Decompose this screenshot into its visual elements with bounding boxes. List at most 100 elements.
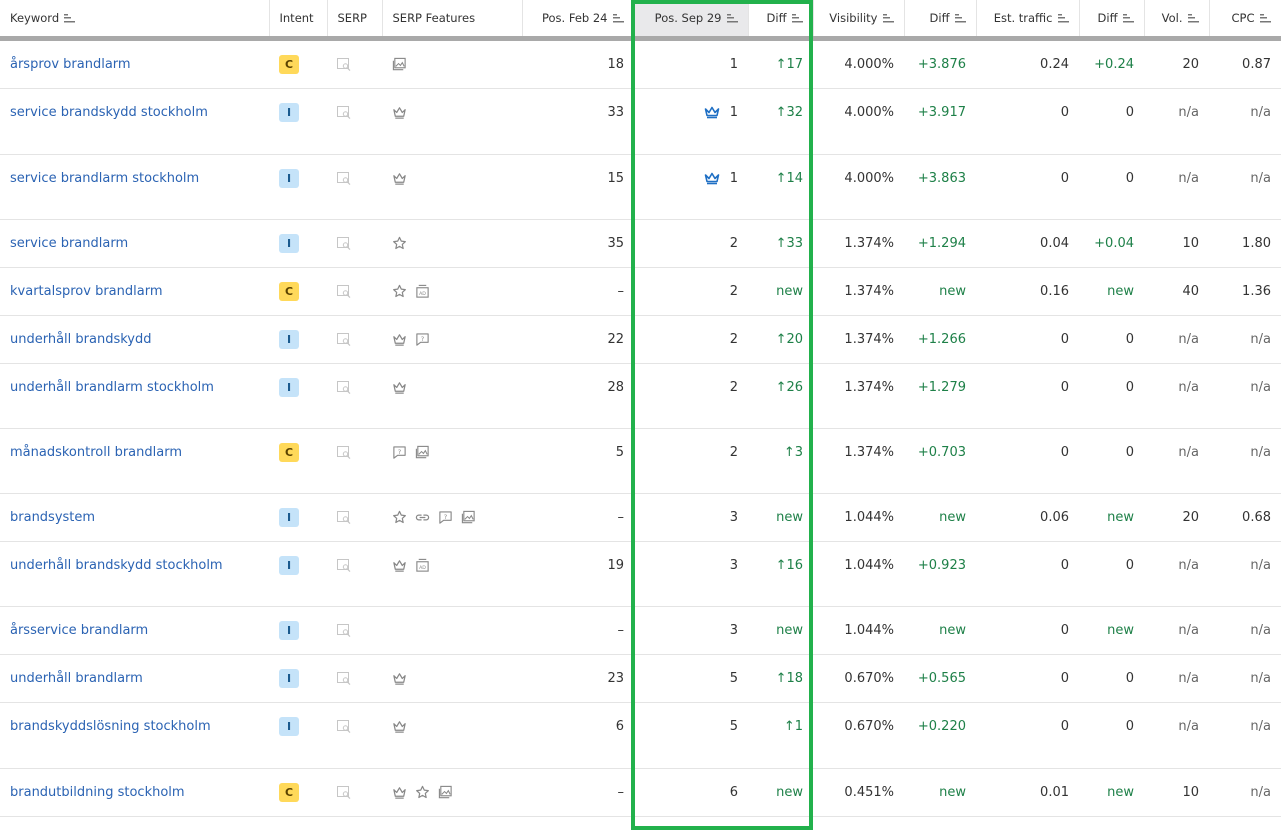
image-pack-icon[interactable] (461, 510, 476, 525)
keyword-link[interactable]: service brandlarm (10, 236, 128, 251)
keyword-link[interactable]: brandskyddslösning stockholm (10, 719, 211, 734)
serp-snapshot-icon[interactable] (337, 236, 351, 250)
pos-feb-cell: 15 (522, 154, 634, 220)
crown-icon[interactable] (392, 105, 407, 120)
visibility-cell: 1.374% (813, 363, 904, 429)
image-pack-icon[interactable] (392, 57, 407, 72)
crown-icon[interactable] (392, 558, 407, 573)
keyword-cell: årsservice brandlarm (0, 606, 269, 655)
ad-icon[interactable]: AD (415, 284, 430, 299)
col-visibility[interactable]: Visibility (813, 0, 905, 41)
keyword-link[interactable]: service brandlarm stockholm (10, 171, 199, 186)
keyword-link[interactable]: brandutbildning stockholm (10, 785, 185, 800)
image-pack-icon[interactable] (415, 445, 430, 460)
serp-cell (327, 654, 382, 703)
vol-value: 10 (1182, 235, 1199, 251)
col-diff-pos[interactable]: Diff (748, 0, 814, 41)
serp-snapshot-icon[interactable] (337, 332, 351, 346)
serp-snapshot-icon[interactable] (337, 510, 351, 524)
col-pos-feb[interactable]: Pos. Feb 24 (522, 0, 635, 41)
serp-features-cell (382, 363, 522, 429)
question-icon[interactable]: ? (438, 510, 453, 525)
intent-badge[interactable]: I (279, 329, 299, 349)
serp-snapshot-icon[interactable] (337, 57, 351, 71)
crown-icon (704, 106, 720, 119)
pos-feb-cell: 28 (522, 363, 634, 429)
sort-icon (64, 13, 76, 23)
intent-badge[interactable]: I (279, 377, 299, 397)
question-icon[interactable]: ? (392, 445, 407, 460)
crown-icon[interactable] (392, 332, 407, 347)
intent-badge[interactable]: I (279, 233, 299, 253)
keyword-link[interactable]: service brandskydd stockholm (10, 105, 208, 120)
intent-badge[interactable]: C (279, 281, 299, 301)
col-est-traffic[interactable]: Est. traffic (976, 0, 1080, 41)
serp-snapshot-icon[interactable] (337, 284, 351, 298)
intent-badge[interactable]: I (279, 168, 299, 188)
serp-snapshot-icon[interactable] (337, 105, 351, 119)
visibility-cell: 1.374% (813, 219, 904, 268)
star-icon[interactable] (392, 236, 407, 251)
visibility-cell: 0.451% (813, 768, 904, 817)
link-icon[interactable] (415, 510, 430, 525)
col-vol[interactable]: Vol. (1144, 0, 1210, 41)
col-label: Diff (766, 10, 787, 25)
col-cpc[interactable]: CPC (1209, 0, 1281, 41)
diff-pos-value: ↑32 (775, 104, 803, 120)
serp-snapshot-icon[interactable] (337, 380, 351, 394)
intent-badge[interactable]: C (279, 782, 299, 802)
serp-snapshot-icon[interactable] (337, 171, 351, 185)
keyword-link[interactable]: månadskontroll brandlarm (10, 445, 182, 460)
serp-snapshot-icon[interactable] (337, 785, 351, 799)
intent-badge[interactable]: C (279, 54, 299, 74)
keyword-link[interactable]: underhåll brandlarm stockholm (10, 380, 214, 395)
intent-badge[interactable]: I (279, 620, 299, 640)
star-icon[interactable] (415, 785, 430, 800)
serp-snapshot-icon[interactable] (337, 671, 351, 685)
diff-visibility-value: +1.294 (917, 235, 966, 251)
question-icon[interactable]: ? (415, 332, 430, 347)
col-pos-sep[interactable]: Pos. Sep 29 (634, 0, 749, 41)
serp-features-cell (382, 38, 522, 89)
keyword-link[interactable]: årsprov brandlarm (10, 57, 131, 72)
keyword-link[interactable]: brandsystem (10, 510, 95, 525)
cpc-cell: 1.36 (1209, 267, 1281, 316)
image-pack-icon[interactable] (438, 785, 453, 800)
crown-icon[interactable] (392, 171, 407, 186)
traffic-value: 0 (1060, 670, 1069, 686)
col-keyword[interactable]: Keyword (0, 0, 270, 41)
keyword-link[interactable]: kvartalsprov brandlarm (10, 284, 162, 299)
cpc-cell: 0.68 (1209, 493, 1281, 542)
intent-badge[interactable]: C (279, 442, 299, 462)
diff-pos-cell: new (748, 768, 813, 817)
crown-icon[interactable] (392, 380, 407, 395)
diff-traffic-value: 0 (1125, 444, 1134, 460)
crown-icon[interactable] (392, 671, 407, 686)
intent-badge[interactable]: I (279, 555, 299, 575)
star-icon[interactable] (392, 284, 407, 299)
diff-visibility-cell: new (904, 267, 976, 316)
intent-badge[interactable]: I (279, 668, 299, 688)
serp-snapshot-icon[interactable] (337, 719, 351, 733)
svg-text:AD: AD (419, 564, 426, 570)
intent-badge[interactable]: I (279, 507, 299, 527)
keyword-link[interactable]: underhåll brandskydd (10, 332, 152, 347)
serp-snapshot-icon[interactable] (337, 445, 351, 459)
cpc-cell: n/a (1209, 428, 1281, 494)
traffic-value: 0 (1060, 444, 1069, 460)
star-icon[interactable] (392, 510, 407, 525)
vol-cell: n/a (1144, 154, 1209, 220)
col-diff-traffic[interactable]: Diff (1079, 0, 1145, 41)
serp-snapshot-icon[interactable] (337, 623, 351, 637)
keyword-link[interactable]: underhåll brandskydd stockholm (10, 558, 223, 573)
cpc-cell: n/a (1209, 702, 1281, 769)
ad-icon[interactable]: AD (415, 558, 430, 573)
keyword-link[interactable]: årsservice brandlarm (10, 623, 148, 638)
intent-badge[interactable]: I (279, 102, 299, 122)
col-diff-visibility[interactable]: Diff (904, 0, 977, 41)
keyword-link[interactable]: underhåll brandlarm (10, 671, 143, 686)
crown-icon[interactable] (392, 719, 407, 734)
crown-icon[interactable] (392, 785, 407, 800)
intent-badge[interactable]: I (279, 716, 299, 736)
serp-snapshot-icon[interactable] (337, 558, 351, 572)
